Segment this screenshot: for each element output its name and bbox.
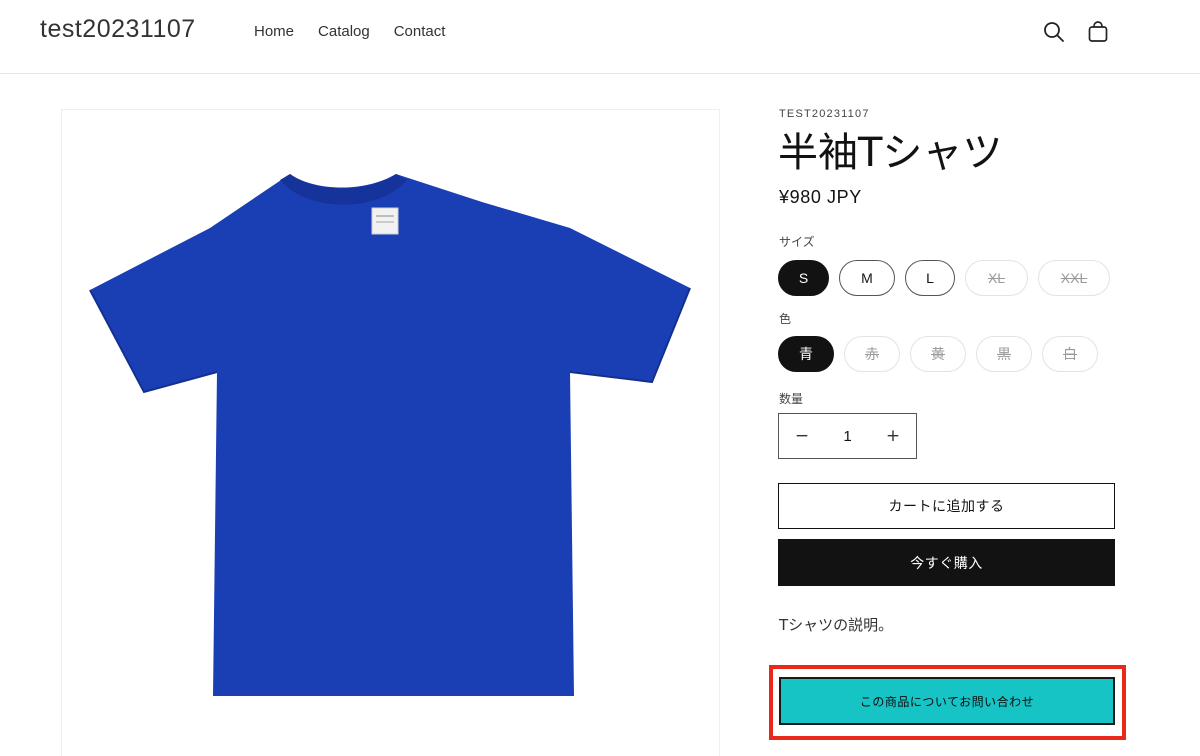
product-inquiry-button[interactable]: この商品についてお問い合わせ <box>779 677 1115 725</box>
quantity-increase-button[interactable]: + <box>870 414 916 458</box>
color-option-blue[interactable]: 青 <box>778 336 834 372</box>
nav-home[interactable]: Home <box>254 23 294 40</box>
size-option-m[interactable]: M <box>839 260 895 296</box>
color-option-black[interactable]: 黒 <box>976 336 1032 372</box>
nav-catalog[interactable]: Catalog <box>318 23 370 40</box>
product-price: ¥980 JPY <box>779 187 862 207</box>
add-to-cart-button[interactable]: カートに追加する <box>778 483 1115 529</box>
nav-contact[interactable]: Contact <box>394 23 446 40</box>
color-option-white[interactable]: 白 <box>1042 336 1098 372</box>
quantity-decrease-button[interactable]: − <box>779 414 825 458</box>
cart-icon[interactable] <box>1086 20 1110 44</box>
quantity-input[interactable]: 1 <box>825 428 870 445</box>
search-icon[interactable] <box>1042 20 1066 44</box>
color-option-yellow[interactable]: 黄 <box>910 336 966 372</box>
size-option-xl[interactable]: XL <box>965 260 1028 296</box>
quantity-stepper: − 1 + <box>778 413 917 459</box>
tshirt-image <box>89 174 691 696</box>
product-vendor: TEST20231107 <box>779 108 870 120</box>
color-option-red[interactable]: 赤 <box>844 336 900 372</box>
size-option-l[interactable]: L <box>905 260 955 296</box>
color-label: 色 <box>779 312 792 326</box>
size-label: サイズ <box>779 235 815 249</box>
product-title: 半袖Tシャツ <box>778 130 1003 176</box>
size-options: S M L XL XXL <box>778 260 1110 296</box>
product-image[interactable] <box>61 109 720 756</box>
site-header: test20231107 Home Catalog Contact <box>0 0 1200 74</box>
store-logo[interactable]: test20231107 <box>40 15 196 44</box>
size-option-xxl[interactable]: XXL <box>1038 260 1110 296</box>
size-option-s[interactable]: S <box>778 260 829 296</box>
main-nav: Home Catalog Contact <box>254 23 445 40</box>
buy-now-button[interactable]: 今すぐ購入 <box>778 539 1115 586</box>
product-description: Tシャツの説明。 <box>779 616 894 634</box>
color-options: 青 赤 黄 黒 白 <box>778 336 1098 372</box>
quantity-label: 数量 <box>779 392 804 406</box>
